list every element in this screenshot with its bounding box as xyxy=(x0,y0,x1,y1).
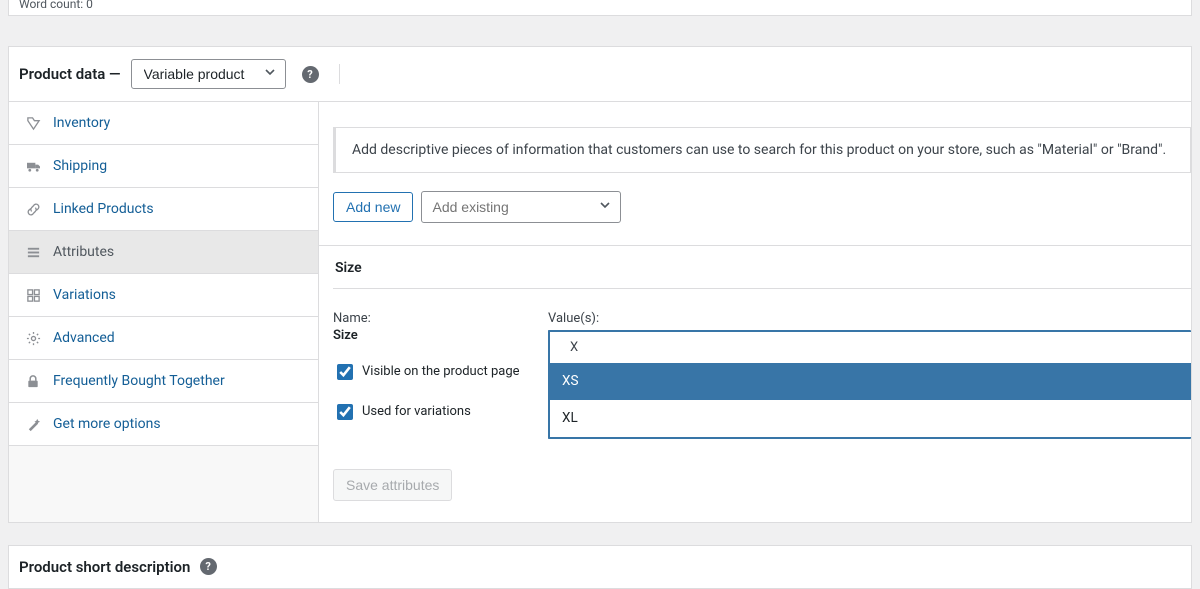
tab-attributes[interactable]: Attributes xyxy=(9,231,318,274)
add-existing-attribute-combo[interactable] xyxy=(421,191,621,223)
visible-on-page-checkbox-wrap[interactable]: Visible on the product page xyxy=(333,363,528,383)
attribute-values-label: Value(s): xyxy=(548,311,1191,326)
product-data-metabox: Product data — Variable product ? Invent… xyxy=(8,46,1192,523)
tab-inventory[interactable]: Inventory xyxy=(9,102,318,145)
add-new-attribute-button[interactable]: Add new xyxy=(333,192,413,222)
visible-on-page-checkbox[interactable] xyxy=(337,364,353,380)
inventory-icon xyxy=(25,116,41,131)
attributes-info: Add descriptive pieces of information th… xyxy=(333,127,1191,173)
attribute-row: Size Name: Size Visible on the product p… xyxy=(319,245,1191,501)
tab-label: Attributes xyxy=(53,244,114,260)
tab-label: Inventory xyxy=(53,115,110,131)
link-icon xyxy=(25,202,41,217)
help-icon[interactable]: ? xyxy=(302,66,319,83)
save-attributes-button[interactable]: Save attributes xyxy=(333,469,452,501)
attribute-name-value: Size xyxy=(333,328,528,343)
attribute-title[interactable]: Size xyxy=(333,246,1191,289)
wand-icon xyxy=(25,417,41,432)
used-for-variations-label: Used for variations xyxy=(362,403,471,421)
product-short-description-metabox: Product short description ? xyxy=(8,545,1192,589)
attributes-panel: Add descriptive pieces of information th… xyxy=(319,102,1191,522)
used-for-variations-checkbox[interactable] xyxy=(337,404,353,420)
help-icon[interactable]: ? xyxy=(200,558,217,575)
word-count-label: Word count: 0 xyxy=(19,0,93,11)
attribute-name-label: Name: xyxy=(333,311,528,326)
product-data-tabs: Inventory Shipping Linked Products Attri… xyxy=(9,102,319,522)
truck-icon xyxy=(25,160,41,173)
short-description-title: Product short description xyxy=(19,558,190,576)
tab-frequently-bought-together[interactable]: Frequently Bought Together xyxy=(9,360,318,403)
attribute-value-option[interactable]: XS xyxy=(550,363,1191,400)
product-type-select[interactable]: Variable product xyxy=(131,59,286,89)
tab-shipping[interactable]: Shipping xyxy=(9,145,318,188)
tab-label: Advanced xyxy=(53,330,115,346)
tab-label: Shipping xyxy=(53,158,107,174)
list-icon xyxy=(25,245,41,260)
tab-label: Frequently Bought Together xyxy=(53,373,225,389)
attribute-value-option[interactable]: XL xyxy=(550,400,1191,437)
tab-variations[interactable]: Variations xyxy=(9,274,318,317)
gear-icon xyxy=(25,331,41,346)
tab-linked-products[interactable]: Linked Products xyxy=(9,188,318,231)
divider xyxy=(339,64,340,84)
product-data-header: Product data — Variable product ? xyxy=(9,47,1191,102)
tab-label: Get more options xyxy=(53,416,161,432)
tab-get-more-options[interactable]: Get more options xyxy=(9,403,318,446)
add-existing-attribute-input[interactable] xyxy=(421,191,621,223)
attribute-values-search[interactable]: X xyxy=(550,332,1191,363)
visible-on-page-label: Visible on the product page xyxy=(362,363,520,381)
used-for-variations-checkbox-wrap[interactable]: Used for variations xyxy=(333,403,528,423)
tab-label: Variations xyxy=(53,287,116,303)
attribute-values-select[interactable]: X XS XL xyxy=(548,330,1191,439)
grid-icon xyxy=(25,288,41,303)
product-type-select-wrap: Variable product xyxy=(131,59,286,89)
product-data-title: Product data — xyxy=(19,65,121,83)
tab-advanced[interactable]: Advanced xyxy=(9,317,318,360)
lock-icon xyxy=(25,374,41,389)
tab-label: Linked Products xyxy=(53,201,154,217)
